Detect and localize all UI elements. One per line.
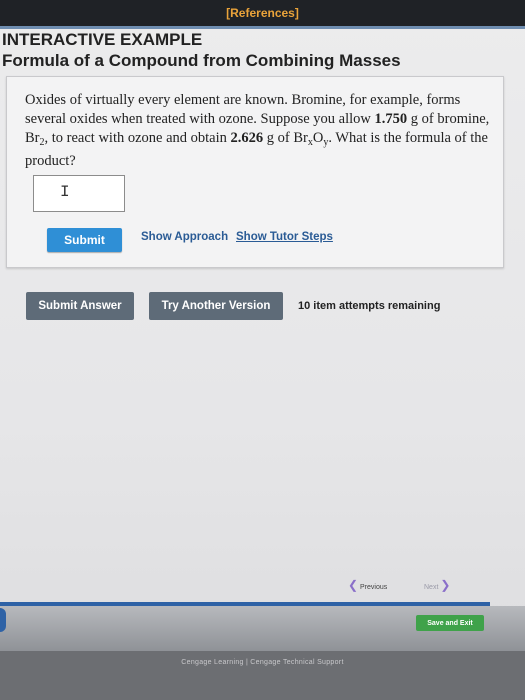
- section-title: INTERACTIVE EXAMPLE: [2, 30, 203, 49]
- header-accent-line: [0, 26, 525, 29]
- previous-button[interactable]: ❮ Previous: [348, 578, 387, 592]
- screen: [References] INTERACTIVE EXAMPLE Formula…: [0, 0, 525, 700]
- question-part: g of Br: [263, 130, 308, 146]
- question-part: , to react with ozone and obtain: [44, 130, 231, 146]
- chevron-left-icon: ❮: [348, 578, 359, 592]
- attempts-remaining: 10 item attempts remaining: [298, 300, 441, 312]
- bromine-mass: 1.750: [374, 111, 408, 127]
- save-and-exit-button[interactable]: Save and Exit: [416, 615, 484, 631]
- next-button[interactable]: Next ❯: [424, 578, 450, 592]
- problem-title: Formula of a Compound from Combining Mas…: [2, 51, 401, 70]
- try-another-version-button[interactable]: Try Another Version: [149, 292, 283, 320]
- product-mass: 2.626: [230, 130, 264, 146]
- top-bar: [References]: [0, 0, 525, 26]
- submit-button[interactable]: Submit: [47, 228, 122, 252]
- footer-links[interactable]: Cengage Learning | Cengage Technical Sup…: [0, 659, 525, 666]
- question-part: O: [312, 130, 324, 146]
- question-panel: Oxides of virtually every element are kn…: [6, 76, 504, 268]
- next-label: Next: [424, 584, 439, 591]
- answer-input[interactable]: I: [33, 175, 125, 212]
- chevron-right-icon: ❯: [440, 578, 451, 592]
- text-cursor-icon: I: [60, 183, 70, 201]
- show-approach-link[interactable]: Show Approach: [141, 231, 228, 243]
- previous-label: Previous: [360, 584, 388, 591]
- references-link[interactable]: [References]: [0, 6, 525, 20]
- submit-answer-button[interactable]: Submit Answer: [26, 292, 134, 320]
- side-tab[interactable]: [0, 608, 6, 632]
- show-tutor-steps-link[interactable]: Show Tutor Steps: [236, 231, 333, 243]
- question-text: Oxides of virtually every element are kn…: [25, 91, 495, 171]
